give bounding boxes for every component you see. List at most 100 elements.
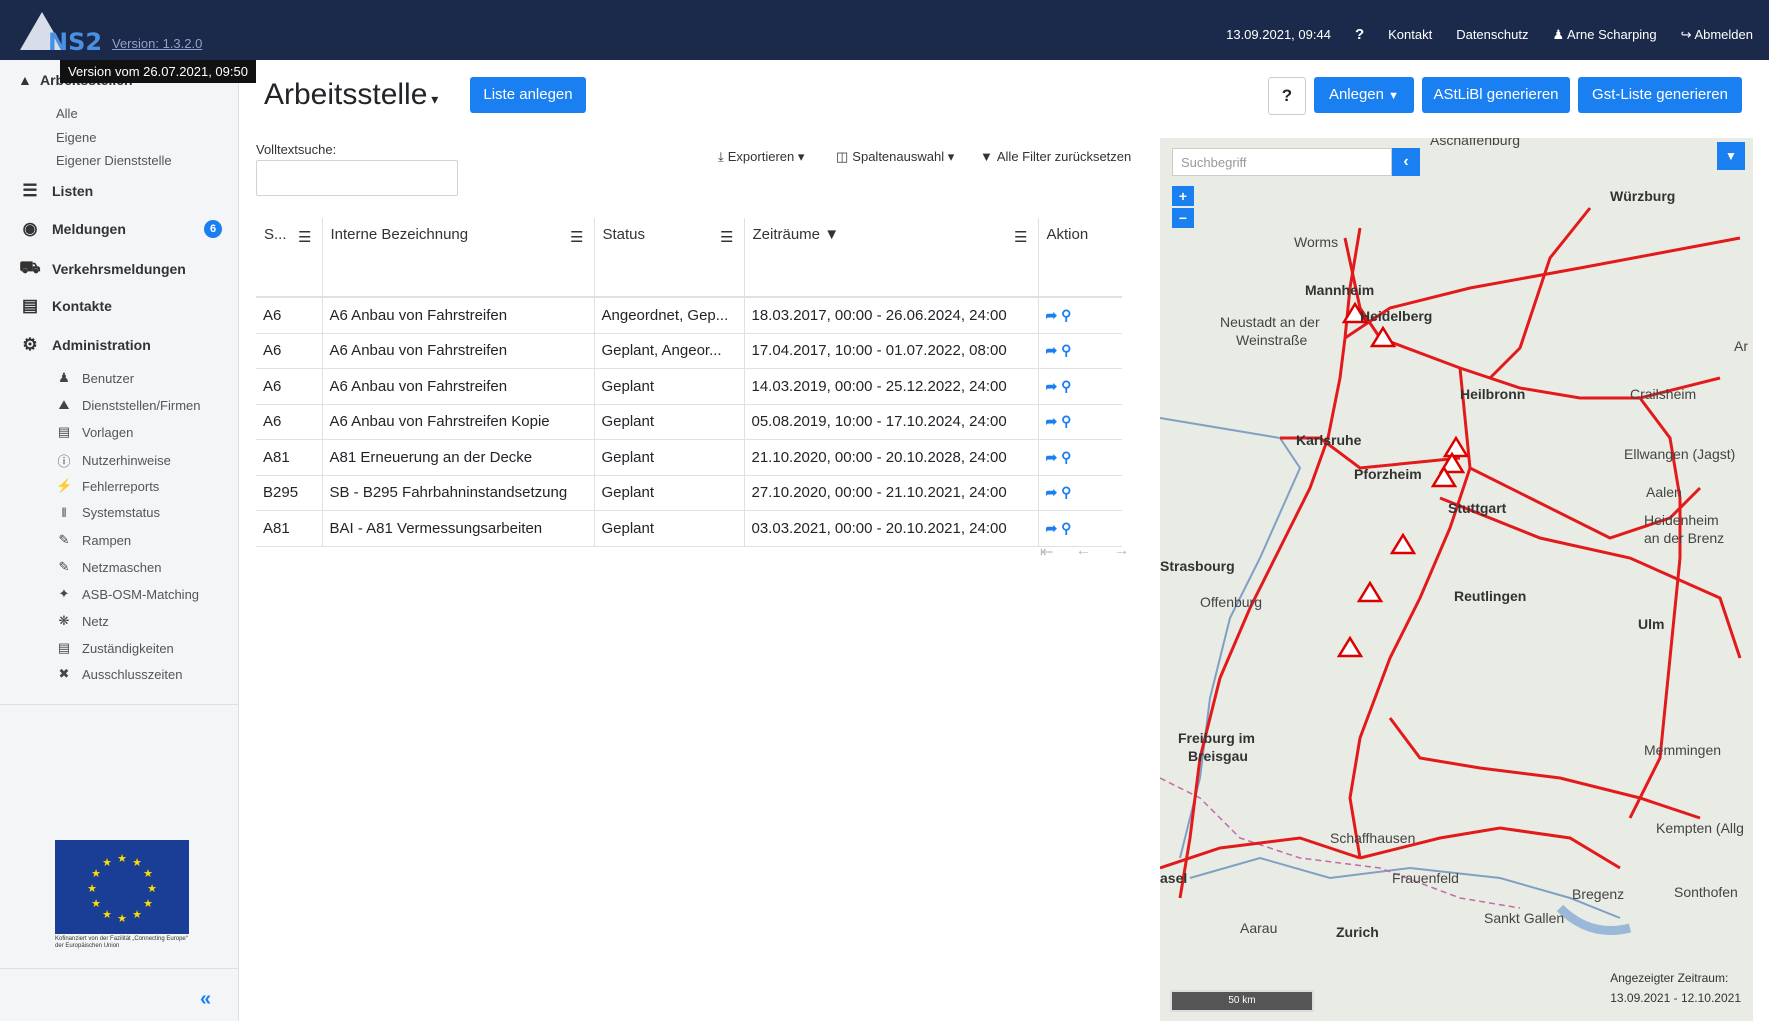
zoom-icon[interactable]: ⚲ (1061, 307, 1071, 323)
map-city-label: Würzburg (1610, 188, 1676, 204)
column-menu-icon[interactable]: ☰ (720, 228, 733, 246)
info-icon: ⓘ (57, 454, 71, 469)
zoom-icon[interactable]: ⚲ (1061, 413, 1071, 429)
table-row[interactable]: A81 BAI - A81 Vermessungsarbeiten Geplant 0… (256, 510, 1122, 547)
map-city-label: Neustadt an der (1220, 314, 1320, 330)
comment-icon: ◉ (22, 219, 38, 238)
create-list-button[interactable]: Liste anlegen (470, 77, 586, 113)
share-icon[interactable]: ➦ (1046, 413, 1058, 429)
table-row[interactable]: A6 A6 Anbau von Fahrstreifen Geplant, Ange… (256, 333, 1122, 369)
map-zoom-in-icon[interactable]: + (1172, 186, 1194, 206)
logout-link[interactable]: ↪ Abmelden (1681, 27, 1753, 43)
map-search-input[interactable]: Suchbegriff (1172, 148, 1392, 176)
sidebar-item-listen[interactable]: ☰ Listen (18, 181, 93, 201)
list-icon: ☰ (22, 181, 38, 200)
zoom-icon[interactable]: ⚲ (1061, 520, 1071, 536)
sidebar-sub-eigene[interactable]: Eigene (56, 130, 96, 145)
svg-text:★: ★ (132, 857, 142, 869)
table-row[interactable]: A81 A81 Erneuerung an der Decke Geplant 21.… (256, 439, 1122, 476)
sidebar-item-netz[interactable]: ❋ Netz (56, 613, 109, 629)
page-title[interactable]: Arbeitsstelle ▾ (264, 78, 438, 112)
prev-page-icon[interactable]: ← (1075, 542, 1091, 562)
fulltext-search-input[interactable] (256, 160, 458, 196)
collapse-sidebar-icon[interactable]: « (200, 988, 211, 1011)
cell-bezeichnung: A6 Anbau von Fahrstreifen (322, 368, 595, 405)
share-icon[interactable]: ➦ (1046, 520, 1058, 536)
sidebar-item-benutzer[interactable]: ♟ Benutzer (56, 370, 134, 386)
gst-list-generate-button[interactable]: Gst-Liste generieren (1578, 77, 1742, 113)
create-dropdown-button[interactable]: Anlegen ▼ (1314, 77, 1414, 113)
sidebar-item-administration[interactable]: ⚙ Administration (18, 335, 150, 355)
export-dropdown[interactable]: ⤓ Exportieren ▾ (718, 149, 804, 165)
cell-strasse: A6 (256, 368, 323, 405)
column-header-status[interactable]: Status ☰ (594, 218, 745, 298)
sidebar-sub-eigener-dienststelle[interactable]: Eigener Dienststelle (56, 153, 172, 168)
sidebar-item-vorlagen[interactable]: ▤ Vorlagen (56, 424, 133, 440)
zoom-icon[interactable]: ⚲ (1061, 342, 1071, 358)
contact-link[interactable]: Kontakt (1388, 27, 1432, 42)
help-button[interactable]: ? (1268, 77, 1306, 115)
map-zoom-out-icon[interactable]: − (1172, 208, 1194, 228)
column-selection-dropdown[interactable]: ◫ Spaltenauswahl ▾ (836, 149, 954, 165)
road-network (1160, 207, 1742, 935)
reset-filters-label: Alle Filter zurücksetzen (996, 149, 1132, 164)
reset-filters-button[interactable]: ▼ Alle Filter zurücksetzen (980, 149, 1131, 164)
table-row[interactable]: A6 A6 Anbau von Fahrstreifen Angeordnet, G… (256, 297, 1122, 334)
sidebar-item-dienststellen[interactable]: ⛰ Dienststellen/Firmen (56, 397, 201, 413)
sidebar-item-kontakte[interactable]: ▤ Kontakte (18, 296, 112, 316)
map-layer-dropdown-icon[interactable]: ▼ (1717, 142, 1745, 170)
filter-icon: ▼ (980, 149, 993, 164)
sidebar-item-ausschlusszeiten[interactable]: ✖ Ausschlusszeiten (56, 666, 183, 682)
next-page-icon[interactable]: → (1113, 542, 1129, 562)
sidebar-item-label: Kontakte (52, 298, 112, 314)
share-icon[interactable]: ➦ (1046, 342, 1058, 358)
map-city-label: Kempten (Allg (1656, 820, 1744, 836)
app-logo[interactable]: NS2 (20, 12, 102, 56)
help-icon[interactable]: ? (1355, 26, 1364, 43)
sidebar-sub-alle[interactable]: Alle (56, 106, 78, 121)
eu-caption: Kofinanziert von der Fazilität „Connecti… (55, 936, 188, 949)
sidebar-item-zustaendigkeiten[interactable]: ▤ Zuständigkeiten (56, 640, 174, 656)
sidebar-item-netzmaschen[interactable]: ✎ Netzmaschen (56, 559, 162, 575)
privacy-link[interactable]: Datenschutz (1456, 27, 1528, 42)
sidebar-item-label: Zuständigkeiten (82, 640, 174, 656)
astlibi-generate-button[interactable]: AStLiBl generieren (1422, 77, 1570, 113)
sidebar-item-asb-osm-matching[interactable]: ✦ ASB-OSM-Matching (56, 586, 200, 602)
map-scale-bar: 50 km (1170, 990, 1314, 1012)
column-menu-icon[interactable]: ☰ (1014, 228, 1027, 246)
table-row[interactable]: A6 A6 Anbau von Fahrstreifen Kopie Geplant… (256, 404, 1122, 440)
sidebar-item-fehlerreports[interactable]: ⚡ Fehlerreports (56, 478, 159, 494)
share-icon[interactable]: ➦ (1046, 307, 1058, 323)
sidebar-item-systemstatus[interactable]: ‖ Systemstatus (56, 505, 160, 520)
share-icon[interactable]: ➦ (1046, 484, 1058, 500)
map-city-label: Sankt Gallen (1484, 910, 1565, 926)
version-link[interactable]: Version: 1.3.2.0 (112, 36, 202, 51)
column-header-strasse[interactable]: S... ☰ (256, 218, 323, 298)
share-icon[interactable]: ➦ (1046, 378, 1058, 394)
table-row[interactable]: A6 A6 Anbau von Fahrstreifen Geplant 14.03.… (256, 368, 1122, 405)
map-city-label: Sonthofen (1674, 884, 1738, 900)
zoom-icon[interactable]: ⚲ (1061, 484, 1071, 500)
sidebar-item-label: Rampen (82, 532, 132, 548)
column-menu-icon[interactable]: ☰ (570, 228, 583, 246)
column-header-bezeichnung[interactable]: Interne Bezeichnung ☰ (322, 218, 595, 298)
column-header-zeitraeume[interactable]: Zeiträume ▼ ☰ (744, 218, 1039, 298)
chevron-down-icon: ▾ (947, 149, 955, 164)
map-panel[interactable]: Aschaffenburg Würzburg Worms Mannheim He… (1160, 138, 1753, 1021)
sidebar-item-label: Ausschlusszeiten (82, 666, 183, 682)
first-page-icon[interactable]: ⇤ (1040, 542, 1053, 562)
zoom-icon[interactable]: ⚲ (1061, 378, 1071, 394)
sidebar-item-nutzerhinweise[interactable]: ⓘ Nutzerhinweise (56, 451, 170, 470)
share-icon[interactable]: ➦ (1046, 449, 1058, 465)
sidebar-item-rampen[interactable]: ✎ Rampen (56, 532, 132, 548)
map-city-label: asel (1160, 870, 1188, 886)
table-row[interactable]: B295 SB - B295 Fahrbahninstandsetzung Gepl… (256, 475, 1122, 511)
user-menu[interactable]: ♟ Arne Scharping (1552, 27, 1656, 43)
map-search-collapse-icon[interactable]: ‹ (1392, 148, 1420, 176)
zoom-icon[interactable]: ⚲ (1061, 449, 1071, 465)
column-menu-icon[interactable]: ☰ (298, 228, 311, 246)
sidebar-item-meldungen[interactable]: ◉ Meldungen (18, 219, 126, 239)
sidebar-item-verkehrsmeldungen[interactable]: ⛟ Verkehrsmeldungen (18, 258, 186, 280)
car-icon: ⛟ (19, 258, 41, 277)
file-icon: ▤ (57, 424, 71, 439)
